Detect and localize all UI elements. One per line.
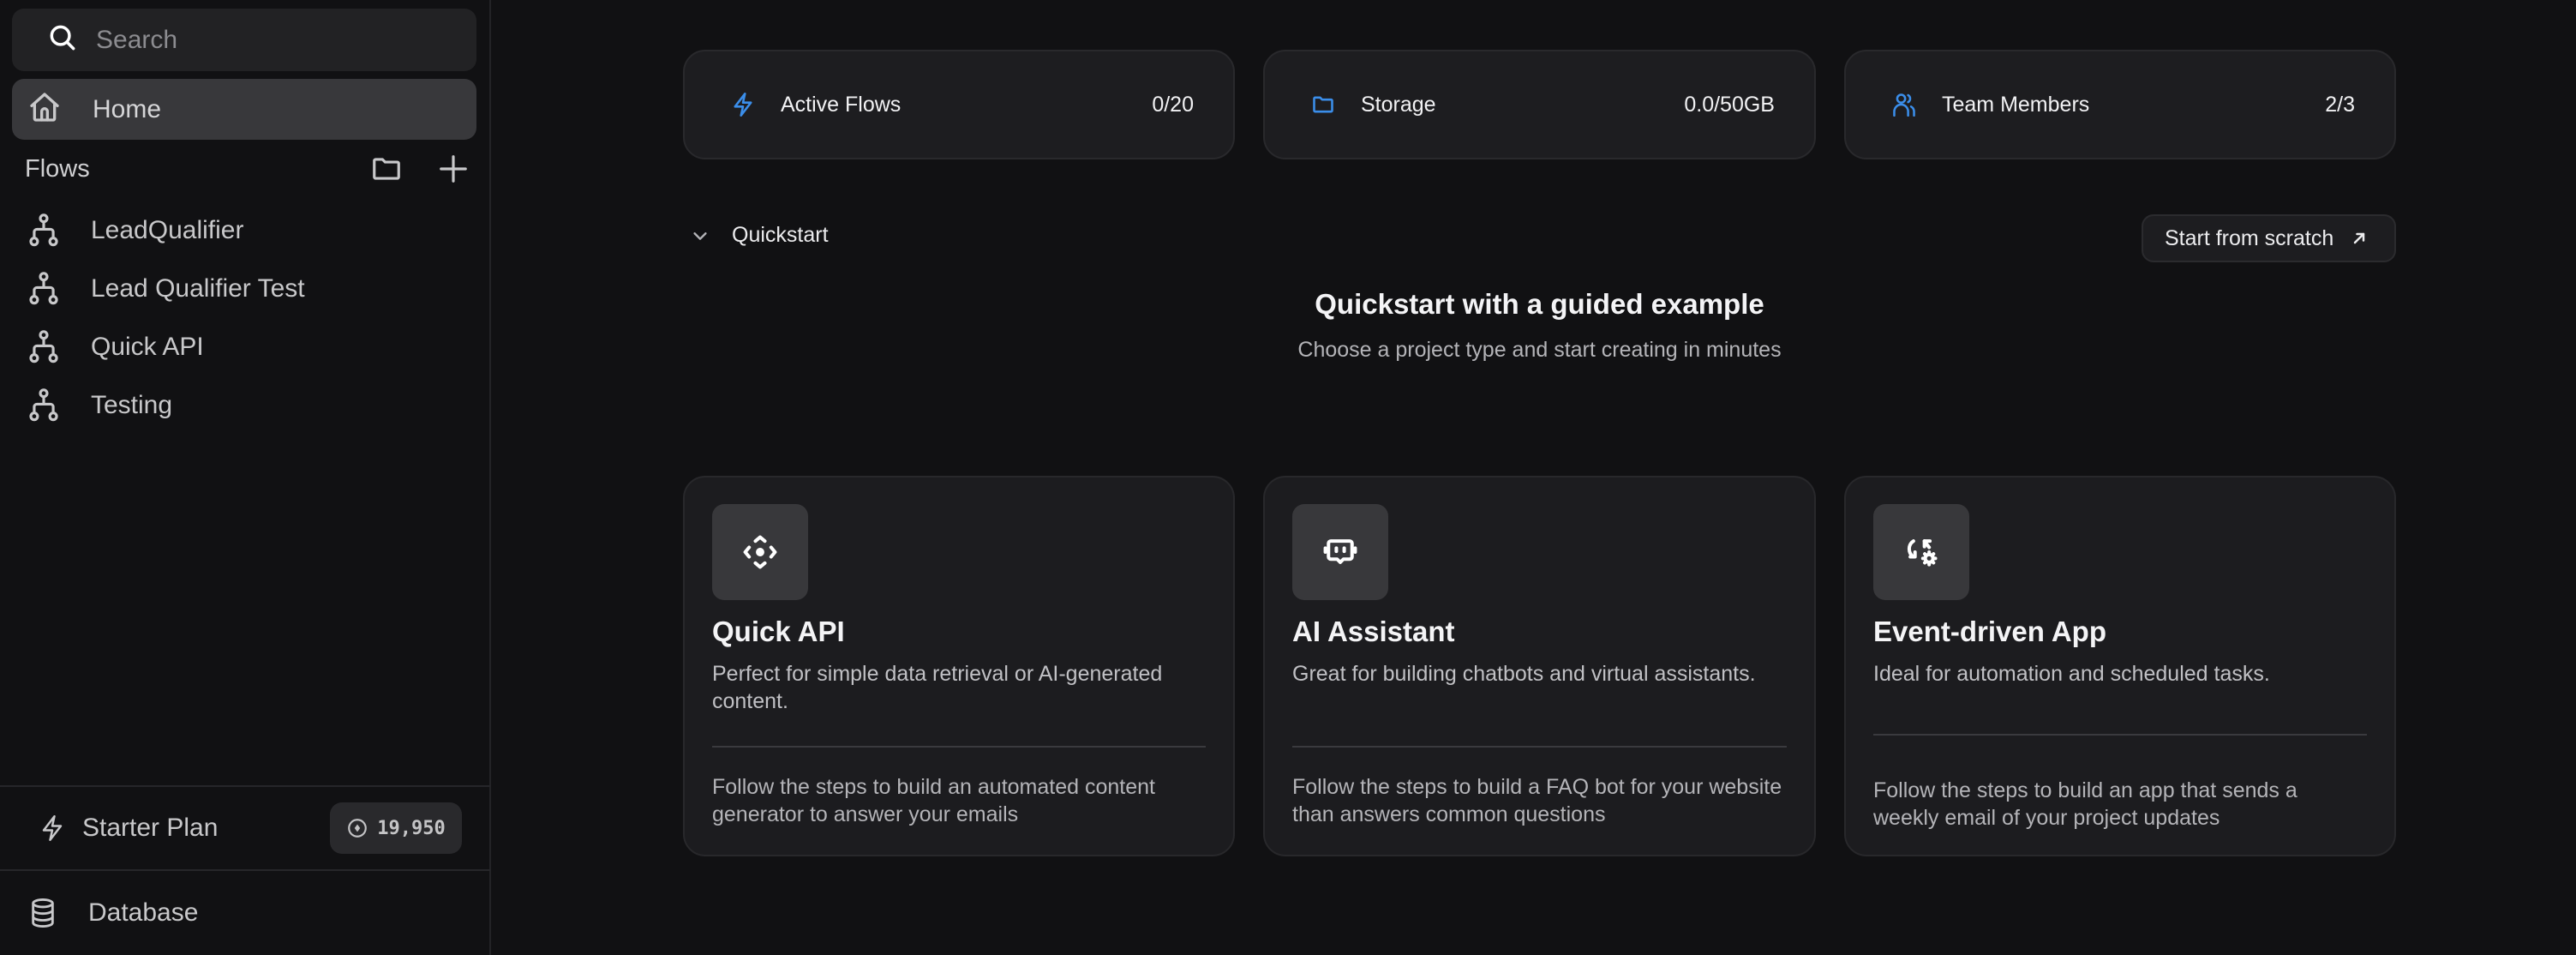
api-icon bbox=[743, 535, 777, 569]
event-cycle-icon bbox=[1907, 539, 1938, 567]
quickstart-toggle[interactable]: Quickstart bbox=[691, 223, 829, 248]
credits-badge[interactable]: 19,950 bbox=[330, 802, 462, 854]
stat-label: Team Members bbox=[1942, 92, 2090, 117]
card-description: Great for building chatbots and virtual … bbox=[1292, 662, 1756, 686]
bot-icon bbox=[1323, 539, 1357, 564]
card-steps: Follow the steps to build an automated c… bbox=[712, 775, 1155, 826]
card-title: Event-driven App bbox=[1873, 616, 2106, 647]
flow-item[interactable]: Testing bbox=[0, 376, 490, 435]
add-flow-button[interactable] bbox=[436, 152, 470, 186]
flow-item[interactable]: LeadQualifier bbox=[0, 201, 490, 260]
card-steps: Follow the steps to build a FAQ bot for … bbox=[1292, 775, 1782, 826]
flow-icon bbox=[29, 213, 58, 247]
sidebar-item-database[interactable]: Database bbox=[0, 871, 490, 955]
stat-label: Storage bbox=[1361, 92, 1436, 117]
flow-icon bbox=[29, 330, 58, 363]
card-title: AI Assistant bbox=[1292, 616, 1455, 647]
chevron-down-icon bbox=[693, 231, 707, 240]
flow-label: Lead Qualifier Test bbox=[91, 274, 305, 303]
card-divider bbox=[1292, 746, 1787, 748]
stat-label: Active Flows bbox=[781, 92, 902, 117]
credit-coin-icon bbox=[348, 819, 368, 838]
flow-list: LeadQualifier Lead Qualifier Test Quick … bbox=[0, 201, 490, 435]
card-description: Ideal for automation and scheduled tasks… bbox=[1873, 662, 2270, 686]
sidebar-item-home[interactable]: Home bbox=[12, 79, 476, 140]
search-input[interactable]: Search bbox=[12, 9, 476, 71]
stat-card-team-members: Team Members 2/3 bbox=[1844, 50, 2396, 159]
bolt-icon bbox=[42, 815, 63, 841]
flow-label: Quick API bbox=[91, 333, 204, 361]
flow-label: Testing bbox=[91, 391, 173, 419]
home-label: Home bbox=[93, 94, 162, 123]
flows-header: Flows bbox=[25, 151, 470, 187]
credits-value: 19,950 bbox=[377, 817, 446, 839]
flow-item[interactable]: Quick API bbox=[0, 318, 490, 376]
folder-icon bbox=[373, 158, 400, 180]
plan-row[interactable]: Starter Plan 19,950 bbox=[0, 787, 490, 869]
quickstart-heading: Quickstart with a guided example bbox=[1315, 288, 1764, 320]
stat-value: 2/3 bbox=[2325, 92, 2355, 117]
quickstart-title: Quickstart bbox=[732, 223, 829, 247]
new-folder-button[interactable] bbox=[369, 152, 404, 186]
card-description: Perfect for simple data retrieval or AI-… bbox=[712, 662, 1163, 713]
database-label: Database bbox=[88, 898, 199, 927]
home-icon bbox=[27, 90, 62, 129]
card-steps: Follow the steps to build an app that se… bbox=[1873, 778, 2297, 830]
card-icon-box bbox=[1292, 504, 1388, 600]
bolt-icon bbox=[734, 93, 752, 117]
project-card-event-driven-app[interactable]: Event-driven App Ideal for automation an… bbox=[1844, 476, 2396, 856]
stat-value: 0/20 bbox=[1152, 92, 1194, 117]
start-from-scratch-button[interactable]: Start from scratch bbox=[2142, 214, 2396, 262]
flow-item[interactable]: Lead Qualifier Test bbox=[0, 260, 490, 318]
search-icon bbox=[46, 21, 79, 58]
arrow-up-right-icon bbox=[2354, 232, 2365, 244]
project-card-quick-api[interactable]: Quick API Perfect for simple data retrie… bbox=[683, 476, 1235, 856]
flows-title: Flows bbox=[25, 154, 90, 183]
card-divider bbox=[1873, 734, 2367, 736]
search-placeholder: Search bbox=[96, 25, 178, 54]
project-card-ai-assistant[interactable]: AI Assistant Great for building chatbots… bbox=[1263, 476, 1816, 856]
database-icon bbox=[32, 898, 54, 928]
card-icon-box bbox=[712, 504, 808, 600]
folder-icon bbox=[1313, 96, 1333, 113]
flow-icon bbox=[29, 272, 58, 305]
stat-value: 0.0/50GB bbox=[1684, 92, 1775, 117]
quickstart-subheading: Choose a project type and start creating… bbox=[1297, 338, 1782, 362]
plus-icon bbox=[440, 155, 467, 183]
sidebar: Search Home Flows LeadQualifier Lead Qua… bbox=[0, 0, 491, 955]
flow-icon bbox=[29, 388, 58, 422]
stat-card-storage: Storage 0.0/50GB bbox=[1263, 50, 1816, 159]
card-title: Quick API bbox=[712, 616, 845, 647]
users-icon bbox=[1893, 93, 1915, 117]
stat-card-active-flows: Active Flows 0/20 bbox=[683, 50, 1235, 159]
start-from-scratch-label: Start from scratch bbox=[2165, 225, 2334, 250]
flow-label: LeadQualifier bbox=[91, 216, 244, 244]
plan-label: Starter Plan bbox=[82, 814, 219, 842]
card-divider bbox=[712, 746, 1206, 748]
card-icon-box bbox=[1873, 504, 1969, 600]
